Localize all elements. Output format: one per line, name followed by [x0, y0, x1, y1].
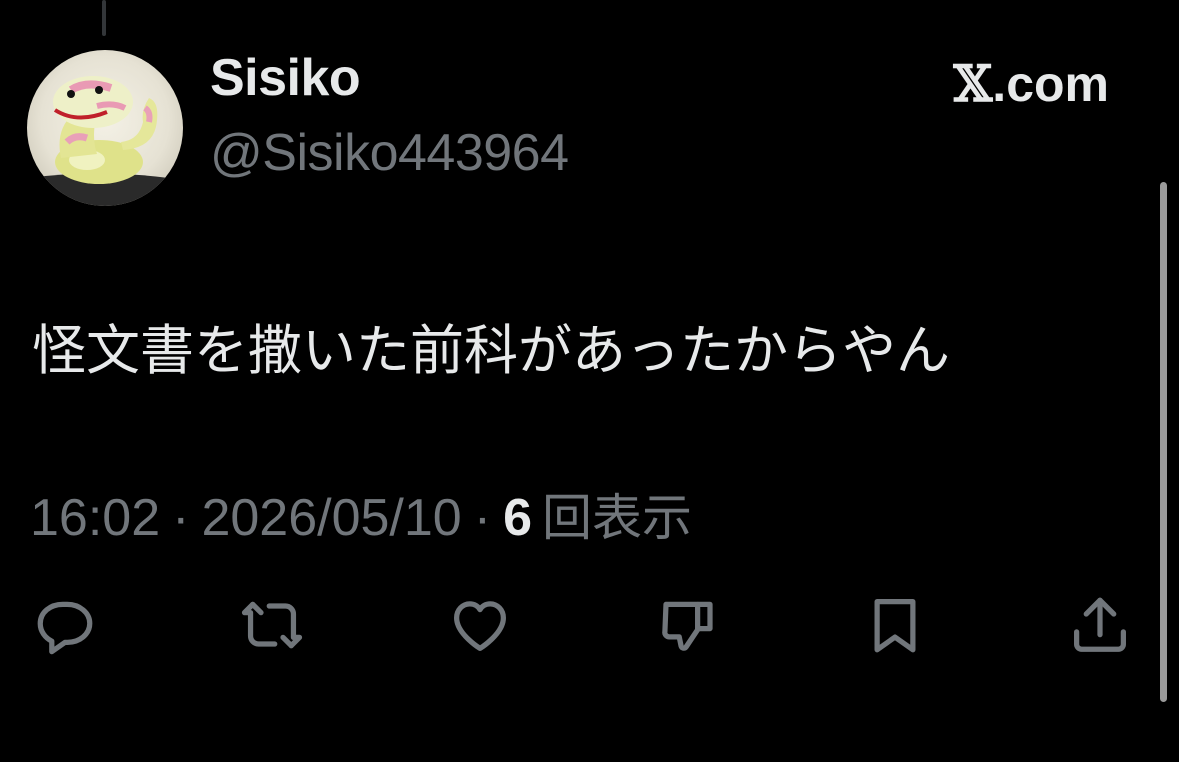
post-time[interactable]: 16:02 — [30, 488, 160, 548]
views-label: 回表示 — [541, 489, 692, 547]
like-button[interactable] — [440, 590, 520, 660]
meta-separator: · — [473, 489, 492, 547]
views-count[interactable]: 6 — [503, 488, 532, 548]
post-text: 怪文書を撒いた前科があったからやん — [32, 319, 950, 382]
thread-connector-line — [102, 0, 106, 36]
thumbs-down-icon — [662, 601, 713, 651]
brand-suffix: .com — [992, 55, 1109, 112]
scrollbar[interactable] — [1160, 182, 1167, 702]
bookmark-icon — [874, 599, 916, 653]
post-date[interactable]: 2026/05/10 — [201, 488, 461, 548]
meta-separator: · — [172, 489, 190, 547]
author-handle[interactable]: @Sisiko443964 — [210, 123, 569, 183]
bookmark-button[interactable] — [855, 590, 935, 660]
repost-icon — [241, 601, 303, 649]
dislike-button[interactable] — [648, 590, 728, 660]
snake-plush-avatar-image — [27, 76, 183, 206]
post-action-bar — [0, 590, 1179, 660]
reply-icon — [37, 601, 93, 655]
avatar[interactable] — [27, 50, 183, 206]
author-display-name[interactable]: Sisiko — [210, 48, 361, 108]
share-button[interactable] — [1060, 590, 1140, 660]
share-icon — [1074, 597, 1126, 652]
reply-button[interactable] — [25, 590, 105, 660]
x-logo-icon: 𝕏 — [953, 54, 993, 113]
repost-button[interactable] — [232, 590, 312, 660]
heart-icon — [454, 601, 506, 651]
x-brand-watermark: 𝕏 .com — [954, 54, 1110, 113]
post-meta: 16:02 · 2026/05/10 · 6 回表示 — [30, 478, 692, 550]
